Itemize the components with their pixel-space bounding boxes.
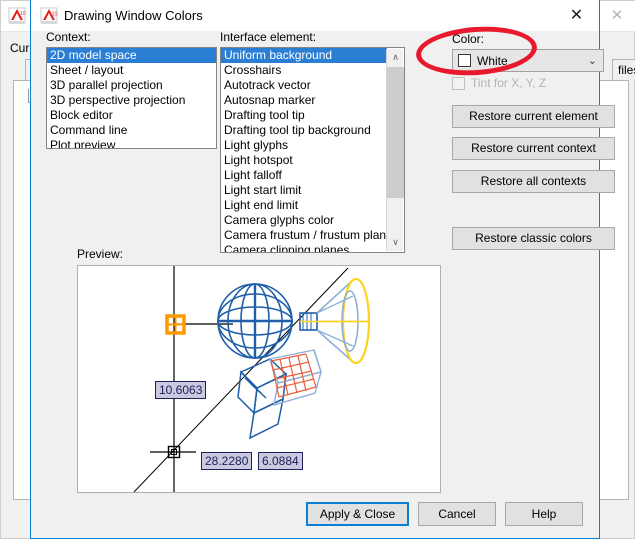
scrollbar-thumb[interactable]	[387, 67, 404, 198]
apply-and-close-button[interactable]: Apply & Close	[306, 502, 409, 526]
list-item[interactable]: Block editor	[47, 108, 216, 123]
camera-frustum-glyph	[237, 349, 323, 440]
cancel-button[interactable]: Cancel	[418, 502, 496, 526]
list-item[interactable]: Autosnap marker	[221, 93, 387, 108]
list-item[interactable]: 2D model space	[47, 48, 216, 63]
list-item[interactable]: 3D parallel projection	[47, 78, 216, 93]
dialog-titlebar: 10 Drawing Window Colors ✕	[31, 0, 599, 32]
autosnap-marker-glyph	[165, 314, 186, 335]
list-item[interactable]: Light glyphs	[221, 138, 387, 153]
close-icon[interactable]: ✕	[554, 0, 599, 31]
drafting-tooltip-value: 6.0884	[258, 452, 303, 470]
list-item[interactable]: Camera clipping planes	[221, 243, 387, 252]
drawing-window-colors-dialog: 10 Drawing Window Colors ✕ Context: 2D m…	[30, 0, 615, 539]
svg-text:10: 10	[52, 12, 58, 18]
restore-classic-colors-button[interactable]: Restore classic colors	[452, 227, 615, 250]
list-item[interactable]: Uniform background	[221, 48, 387, 63]
help-button[interactable]: Help	[505, 502, 583, 526]
list-item[interactable]: Light falloff	[221, 168, 387, 183]
context-listbox[interactable]: 2D model space Sheet / layout 3D parallel …	[46, 47, 217, 149]
list-item[interactable]: Camera glyphs color	[221, 213, 387, 228]
restore-current-context-button[interactable]: Restore current context	[452, 137, 615, 160]
svg-text:10: 10	[20, 11, 26, 17]
background-tab-support-files[interactable]: files	[612, 59, 635, 81]
list-item[interactable]: Drafting tool tip background	[221, 123, 387, 138]
tint-xyz-label: Tint for X, Y, Z	[471, 76, 547, 90]
list-item[interactable]: Light start limit	[221, 183, 387, 198]
chevron-down-icon[interactable]: ⌄	[588, 54, 597, 67]
drafting-tooltip-value: 10.6063	[155, 381, 207, 399]
tint-xyz-checkbox	[452, 77, 465, 90]
drafting-tooltip-value: 28.2280	[201, 452, 253, 470]
preview-pane: 10.6063 28.2280 6.0884	[77, 265, 441, 493]
list-item[interactable]: Autotrack vector	[221, 78, 387, 93]
autocad-a10-icon: 10	[40, 7, 58, 24]
list-item[interactable]: 3D perspective projection	[47, 93, 216, 108]
interface-element-label: Interface element:	[220, 30, 317, 44]
scroll-up-icon[interactable]: ∧	[387, 49, 404, 66]
tint-xyz-checkbox-row: Tint for X, Y, Z	[452, 76, 612, 94]
context-label: Context:	[46, 30, 91, 44]
scroll-down-icon[interactable]: ∨	[387, 234, 404, 251]
restore-all-contexts-button[interactable]: Restore all contexts	[452, 170, 615, 193]
autocad-a10-icon: 10	[8, 7, 26, 24]
interface-element-scrollbar[interactable]: ∧ ∨	[386, 49, 404, 251]
list-item[interactable]: Drafting tool tip	[221, 108, 387, 123]
list-item[interactable]: Plot preview	[47, 138, 216, 148]
list-item[interactable]: Crosshairs	[221, 63, 387, 78]
light-glyph-sphere	[217, 283, 293, 359]
list-item[interactable]: Command line	[47, 123, 216, 138]
background-window-close-icon[interactable]: ✕	[598, 1, 635, 31]
preview-label: Preview:	[77, 247, 124, 261]
restore-current-element-button[interactable]: Restore current element	[452, 105, 615, 128]
dialog-title: Drawing Window Colors	[64, 8, 203, 23]
list-item[interactable]: Sheet / layout	[47, 63, 216, 78]
screenshot-root: 10 O ✕ Curre File files \ 10	[0, 0, 635, 539]
list-item[interactable]: Light end limit	[221, 198, 387, 213]
interface-element-listbox[interactable]: Uniform background Crosshairs Autotrack ve…	[220, 47, 405, 253]
list-item[interactable]: Light hotspot	[221, 153, 387, 168]
list-item[interactable]: Camera frustum / frustum plane	[221, 228, 387, 243]
